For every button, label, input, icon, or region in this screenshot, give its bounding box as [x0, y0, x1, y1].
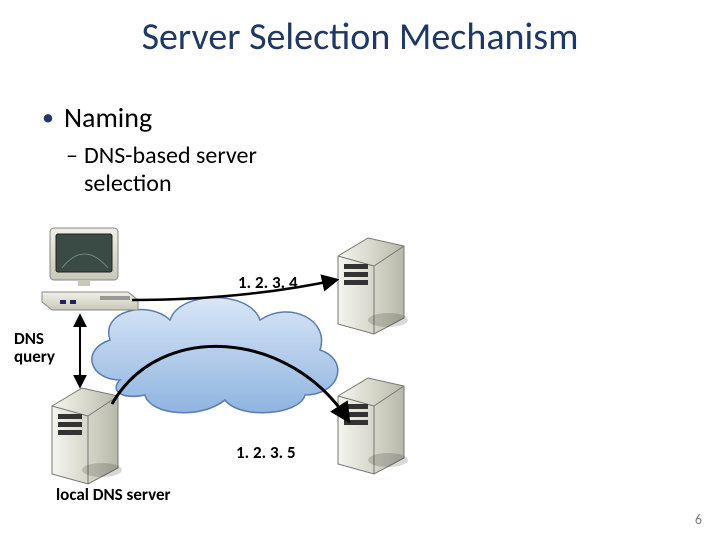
local-dns-server-icon	[52, 388, 122, 484]
bullet-dot-icon: •	[42, 103, 54, 132]
arrow-to-top-server	[132, 280, 336, 300]
network-diagram	[0, 0, 720, 540]
slide-title: Server Selection Mechanism	[0, 14, 720, 60]
server-top-icon	[338, 238, 408, 334]
bullet-dash-icon: –	[66, 142, 78, 170]
bullet-level1: • Naming	[42, 100, 152, 135]
dns-query-label: DNS query	[14, 330, 55, 366]
ip-bottom-label: 1. 2. 3. 5	[236, 444, 296, 462]
arrow-to-bottom-server	[112, 346, 348, 420]
bullet-level2-text: DNS-based server selection	[84, 141, 257, 198]
page-number: 6	[695, 511, 702, 528]
server-bottom-icon	[338, 378, 408, 474]
bullet-level1-text: Naming	[64, 100, 152, 135]
network-cloud-icon	[92, 298, 338, 413]
local-dns-label: local DNS server	[56, 486, 171, 504]
bullet-level2: –DNS-based server selection	[84, 142, 344, 197]
ip-top-label: 1. 2. 3. 4	[238, 274, 298, 292]
client-computer-icon	[42, 228, 138, 310]
